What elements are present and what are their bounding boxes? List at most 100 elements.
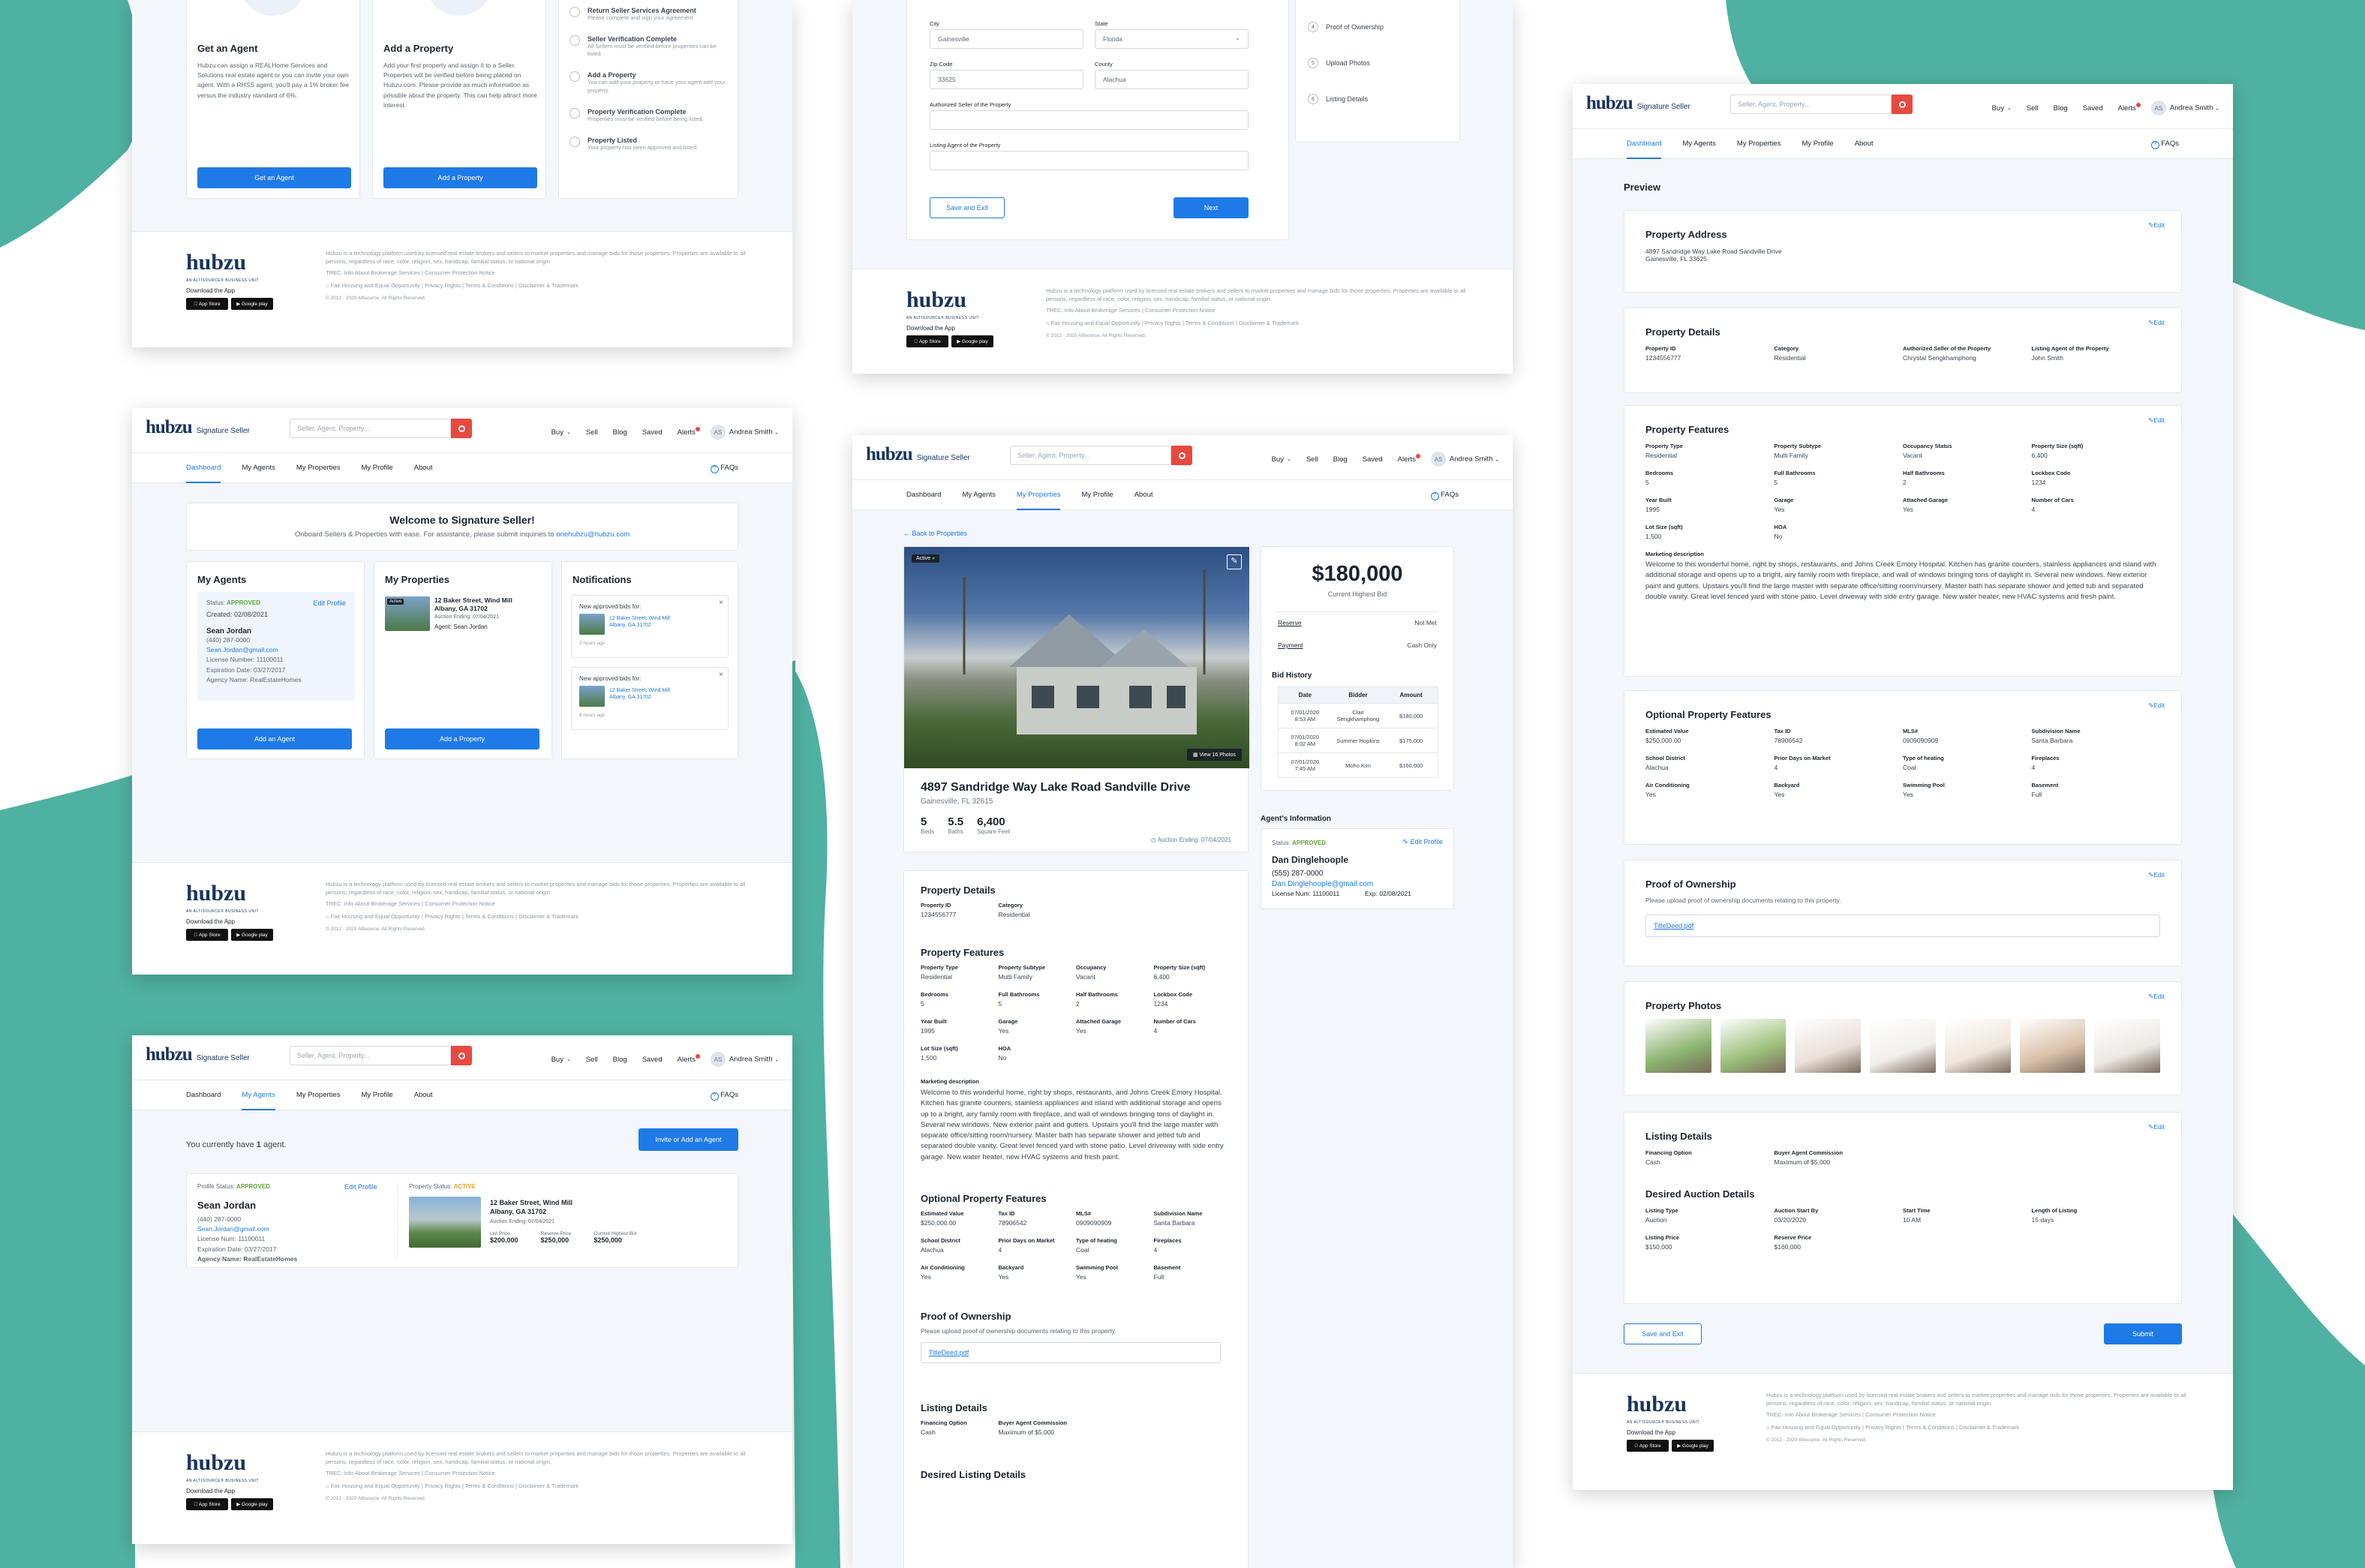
nav-blog[interactable]: Blog — [1333, 455, 1348, 464]
nav-buy[interactable]: Buy — [551, 1056, 563, 1064]
next-button[interactable]: Next — [1173, 197, 1249, 218]
footer-logo[interactable]: hubzu — [186, 250, 246, 275]
listing-agent-input[interactable] — [930, 151, 1249, 170]
save-and-exit-button[interactable]: Save and Exit — [1624, 1323, 1702, 1344]
search-button[interactable] — [1892, 95, 1913, 114]
app-store-badge[interactable]:  App Store — [186, 1498, 228, 1510]
footer-logo[interactable]: hubzu — [186, 1450, 246, 1476]
nav-sell[interactable]: Sell — [1306, 455, 1318, 464]
app-store-badge[interactable]:  App Store — [906, 335, 948, 347]
app-store-badge[interactable]:  App Store — [186, 298, 228, 310]
tab-dashboard[interactable]: Dashboard — [186, 1080, 221, 1110]
footer-links[interactable]: ⌂ Fair Housing and Equal Opportunity | P… — [1046, 320, 1466, 328]
form-step[interactable]: 6 Listing Details — [1308, 94, 1447, 104]
tab-my-agents[interactable]: My Agents — [242, 453, 275, 483]
search-input[interactable]: Seller, Agent, Property... — [1730, 95, 1892, 114]
nav-saved[interactable]: Saved — [642, 428, 663, 437]
proof-file-link[interactable]: TitleDeed.pdf — [929, 1349, 969, 1356]
search-input[interactable]: Seller, Agent, Property... — [290, 419, 451, 438]
property-photo[interactable] — [1870, 1019, 1936, 1073]
agent-email[interactable]: Sean.Jordan@gmail.com — [206, 645, 346, 655]
tab-my-profile[interactable]: My Profile — [1802, 129, 1833, 159]
add-property-button[interactable]: Add a Property — [383, 167, 537, 188]
notification-item[interactable]: × New approved bids for: 12 Baker Street… — [571, 595, 729, 658]
search-button[interactable] — [451, 419, 472, 438]
footer-links[interactable]: ⌂ Fair Housing and Equal Opportunity | P… — [326, 282, 746, 290]
edit-link[interactable]: ✎Edit — [2148, 1123, 2165, 1131]
property-address[interactable]: 12 Baker Street, Wind Mill Albany, GA 317… — [434, 596, 512, 614]
edit-link[interactable]: ✎Edit — [2148, 701, 2165, 710]
property-photo[interactable] — [2094, 1019, 2161, 1073]
search-button[interactable] — [1171, 446, 1192, 465]
property-main-photo[interactable]: Active ● ✎ ▦ View 16 Photos — [904, 547, 1249, 768]
edit-profile-link[interactable]: ✎ Edit Profile — [1402, 838, 1443, 846]
footer-trec[interactable]: TREC: Info About Brokerage Services | Co… — [326, 1470, 746, 1478]
nav-alerts[interactable]: Alerts — [2118, 102, 2141, 113]
back-to-properties-link[interactable]: ← Back to Properties — [903, 530, 967, 537]
proof-file-field[interactable]: TitleDeed.pdf — [1645, 915, 2160, 938]
edit-link[interactable]: ✎Edit — [2148, 993, 2165, 1001]
close-icon[interactable]: × — [719, 599, 723, 607]
footer-links[interactable]: ⌂ Fair Housing and Equal Opportunity | P… — [326, 1482, 746, 1491]
property-photo[interactable] — [1720, 1019, 1787, 1073]
google-play-badge[interactable]: ▶ Google play — [231, 298, 273, 310]
hubzu-logo[interactable]: hubzu Signature Seller — [146, 417, 250, 438]
invite-agent-button[interactable]: Invite or Add an Agent — [639, 1128, 738, 1151]
nav-buy[interactable]: Buy — [1272, 455, 1284, 464]
tab-dashboard[interactable]: Dashboard — [1627, 129, 1662, 159]
notification-item[interactable]: × New approved bids for: 12 Baker Street… — [571, 667, 729, 730]
footer-trec[interactable]: TREC: Info About Brokerage Services | Co… — [326, 269, 746, 278]
footer-trec[interactable]: TREC: Info About Brokerage Services | Co… — [1046, 307, 1466, 315]
tab-my-profile[interactable]: My Profile — [1081, 480, 1113, 510]
tab-my-properties[interactable]: My Properties — [296, 1080, 341, 1110]
app-store-badge[interactable]:  App Store — [186, 929, 228, 941]
tab-about[interactable]: About — [1855, 129, 1874, 159]
property-address[interactable]: 12 Baker Street, Wind Mill Albany, GA 317… — [490, 1198, 572, 1216]
google-play-badge[interactable]: ▶ Google play — [1672, 1440, 1714, 1452]
user-menu[interactable]: AS Andrea Smith ⌄ — [710, 425, 779, 440]
property-thumbnail[interactable] — [409, 1197, 481, 1248]
nav-saved[interactable]: Saved — [2083, 104, 2103, 113]
tab-my-agents[interactable]: My Agents — [1682, 129, 1715, 159]
add-agent-button[interactable]: Add an Agent — [197, 728, 352, 749]
tab-my-properties[interactable]: My Properties — [1737, 129, 1781, 159]
form-step[interactable]: 4 Proof of Ownership — [1308, 22, 1447, 32]
faqs-link[interactable]: ? FAQs — [710, 1091, 738, 1101]
hubzu-logo[interactable]: hubzu Signature Seller — [866, 444, 970, 465]
search-input[interactable]: Seller, Agent, Property... — [290, 1046, 451, 1065]
user-menu[interactable]: AS Andrea Smith ⌄ — [2150, 101, 2219, 116]
add-property-button[interactable]: Add a Property — [385, 728, 539, 749]
edit-link[interactable]: ✎Edit — [2148, 319, 2165, 327]
footer-links[interactable]: ⌂ Fair Housing and Equal Opportunity | P… — [1766, 1424, 2186, 1432]
property-photo[interactable] — [1645, 1019, 1711, 1073]
view-photos-button[interactable]: ▦ View 16 Photos — [1186, 749, 1242, 761]
tab-my-properties[interactable]: My Properties — [1016, 480, 1061, 510]
nav-alerts[interactable]: Alerts — [1398, 453, 1421, 464]
county-input[interactable]: Alachua — [1095, 70, 1249, 89]
tab-my-agents[interactable]: My Agents — [242, 1080, 275, 1110]
get-agent-button[interactable]: Get an Agent — [197, 167, 351, 188]
tab-dashboard[interactable]: Dashboard — [186, 453, 221, 483]
search-button[interactable] — [451, 1046, 472, 1065]
tab-about[interactable]: About — [414, 453, 433, 483]
nav-blog[interactable]: Blog — [613, 428, 627, 437]
edit-link[interactable]: ✎Edit — [2148, 416, 2165, 425]
tab-my-profile[interactable]: My Profile — [361, 453, 392, 483]
proof-file-link[interactable]: TitleDeed.pdf — [1654, 922, 1693, 930]
footer-trec[interactable]: TREC: Info About Brokerage Services | Co… — [326, 900, 746, 909]
city-input[interactable]: Gainesville — [930, 29, 1083, 49]
proof-file-field[interactable]: TitleDeed.pdf — [921, 1341, 1221, 1363]
hubzu-logo[interactable]: hubzu Signature Seller — [146, 1044, 250, 1065]
search-input[interactable]: Seller, Agent, Property... — [1010, 446, 1171, 465]
nav-saved[interactable]: Saved — [1363, 455, 1383, 464]
state-select[interactable]: Florida ⌄ — [1095, 29, 1249, 49]
nav-buy[interactable]: Buy — [551, 428, 563, 437]
footer-trec[interactable]: TREC: Info About Brokerage Services | Co… — [1766, 1411, 2186, 1419]
nav-sell[interactable]: Sell — [586, 428, 598, 437]
footer-links[interactable]: ⌂ Fair Housing and Equal Opportunity | P… — [326, 913, 746, 921]
tab-dashboard[interactable]: Dashboard — [906, 480, 941, 510]
tab-my-profile[interactable]: My Profile — [361, 1080, 392, 1110]
nav-alerts[interactable]: Alerts — [678, 1053, 701, 1064]
tab-about[interactable]: About — [414, 1080, 433, 1110]
hubzu-logo[interactable]: hubzu Signature Seller — [1586, 93, 1690, 114]
